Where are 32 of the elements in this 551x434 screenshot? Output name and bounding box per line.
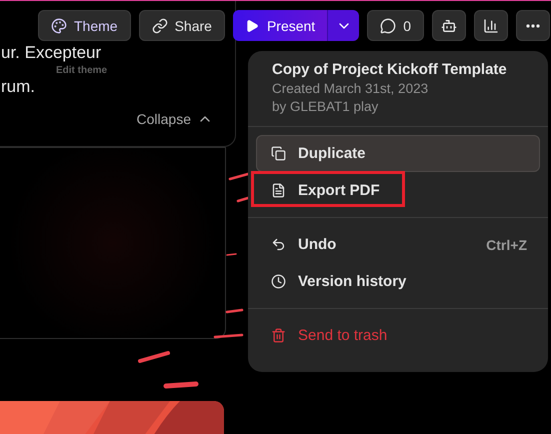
link-icon xyxy=(152,18,168,34)
share-button[interactable]: Share xyxy=(138,10,225,41)
edit-theme-label: Edit theme xyxy=(56,65,108,76)
comments-button[interactable]: 0 xyxy=(367,10,424,41)
menu-item[interactable]: Export PDF xyxy=(256,172,540,209)
undo-icon xyxy=(271,237,286,252)
copy-icon xyxy=(271,146,286,161)
slide-text: rum. xyxy=(1,77,35,97)
slide-text: ur. Excepteur xyxy=(1,43,102,63)
theme-button[interactable]: Theme xyxy=(38,10,131,41)
author-text: by GLEBAT1 play xyxy=(272,99,380,114)
speech-bubble-icon xyxy=(380,18,396,34)
menu-item[interactable]: Version history xyxy=(256,263,540,300)
created-date: Created March 31st, 2023 xyxy=(272,81,430,96)
analytics-button[interactable] xyxy=(474,10,508,41)
document-icon xyxy=(271,183,286,198)
robot-icon xyxy=(440,18,457,34)
play-icon xyxy=(244,18,259,32)
palette-icon xyxy=(51,18,67,34)
present-options-button[interactable] xyxy=(327,10,360,41)
avatar-button[interactable] xyxy=(432,10,466,41)
bar-chart-icon xyxy=(482,18,499,34)
presentation-title: Copy of Project Kickoff Template xyxy=(272,61,508,78)
menu-item[interactable]: Duplicate xyxy=(256,135,540,172)
more-button[interactable] xyxy=(516,10,550,41)
collapse-button[interactable]: Collapse xyxy=(136,111,213,127)
shortcut-text: Ctrl+Z xyxy=(486,236,527,252)
menu-item[interactable]: Undo Ctrl+Z xyxy=(256,226,540,263)
present-button[interactable]: Present xyxy=(232,10,328,41)
trash-icon xyxy=(271,328,286,343)
more-icon xyxy=(526,24,540,28)
clock-icon xyxy=(271,274,286,289)
